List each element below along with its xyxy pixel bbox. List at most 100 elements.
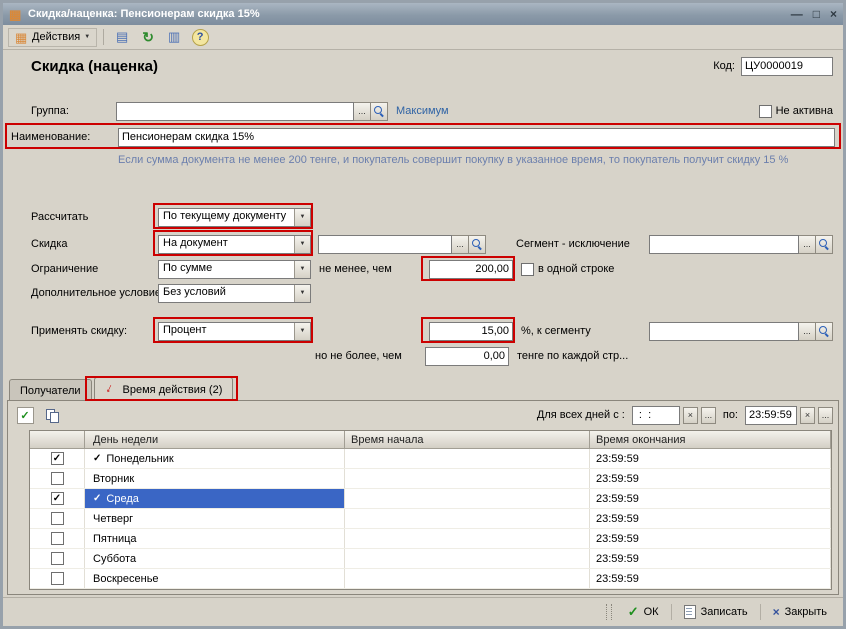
apply-value: Процент [159,323,294,340]
start-time-cell[interactable] [345,549,590,568]
group-search-button[interactable] [371,102,388,121]
table-row[interactable]: Пятница 23:59:59 [30,529,831,549]
tab-recipients[interactable]: Получатели [9,379,92,400]
inactive-checkbox[interactable] [759,105,772,118]
table-row[interactable]: Четверг 23:59:59 [30,509,831,529]
page-title: Скидка (наценка) [31,58,158,75]
max-amount-field[interactable] [425,347,509,366]
from-clear-button[interactable]: × [683,407,698,424]
day-checkbox[interactable] [51,472,64,485]
check-all-button[interactable]: ✓ [13,404,37,426]
day-cell[interactable]: Четверг [85,509,345,528]
reread-button[interactable]: ▥ [162,26,186,48]
table-row[interactable]: Воскресенье 23:59:59 [30,569,831,589]
end-time-cell[interactable]: 23:59:59 [590,469,831,488]
day-label: Пятница [93,533,137,545]
tab-schedule[interactable]: → Время действия (2) [94,377,234,400]
segment-more-button[interactable]: ... [799,322,816,341]
header-checkbox-column[interactable] [30,431,85,449]
end-time-cell[interactable]: 23:59:59 [590,569,831,588]
copy-schedule-button[interactable] [40,404,64,426]
close-icon[interactable]: × [830,7,837,21]
extra-cond-select[interactable]: Без условий ▼ [158,284,311,303]
limit-select[interactable]: По сумме ▼ [158,260,311,279]
header-start-time[interactable]: Время начала [345,431,590,449]
actions-menu-button[interactable]: ▦ Действия ▼ [8,28,97,47]
day-cell[interactable]: Воскресенье [85,569,345,588]
maximize-icon[interactable]: □ [813,7,820,21]
day-checkbox[interactable] [51,512,64,525]
segment-excl-more-button[interactable]: ... [799,235,816,254]
day-checkbox[interactable] [51,532,64,545]
calc-select[interactable]: По текущему документу ▼ [158,208,311,227]
limit-amount-field[interactable] [429,260,513,279]
to-pick-button[interactable]: ... [818,407,833,424]
row-checkbox-cell: ✓ [30,449,85,468]
chevron-down-icon[interactable]: ▼ [294,209,310,226]
all-days-to-field[interactable] [745,406,797,425]
table-header: День недели Время начала Время окончания [30,431,831,449]
day-cell[interactable]: Пятница [85,529,345,548]
discount-target-field[interactable] [318,235,452,254]
start-time-cell[interactable] [345,449,590,468]
end-time-cell[interactable]: 23:59:59 [590,449,831,468]
header-day[interactable]: День недели [85,431,345,449]
end-time-cell[interactable]: 23:59:59 [590,509,831,528]
segment-excl-search-button[interactable] [816,235,833,254]
day-checkbox[interactable]: ✓ [51,452,64,465]
segment-field[interactable] [649,322,799,341]
day-cell[interactable]: Вторник [85,469,345,488]
percent-field[interactable] [429,322,513,341]
start-time-cell[interactable] [345,569,590,588]
group-link[interactable]: Максимум [396,105,449,117]
start-time-cell[interactable] [345,469,590,488]
help-button[interactable]: ? [188,26,212,48]
all-days-from-field[interactable] [632,406,680,425]
chevron-down-icon[interactable]: ▼ [294,261,310,278]
segment-search-button[interactable] [816,322,833,341]
go-to-list-button[interactable]: ▤ [110,26,134,48]
to-clear-button[interactable]: × [800,407,815,424]
end-time-cell[interactable]: 23:59:59 [590,529,831,548]
close-button[interactable]: × Закрыть [765,603,835,621]
ok-button[interactable]: ✓ ОК [620,602,667,622]
end-time-cell[interactable]: 23:59:59 [590,549,831,568]
day-check-mark-icon: ✓ [93,493,101,504]
one-line-checkbox[interactable] [521,263,534,276]
annotation-arrow-icon: → [102,380,121,398]
table-row[interactable]: ✓ ✓Понедельник 23:59:59 [30,449,831,469]
table-row[interactable]: Вторник 23:59:59 [30,469,831,489]
end-time-cell[interactable]: 23:59:59 [590,489,831,508]
save-button[interactable]: Записать [676,603,756,621]
day-cell[interactable]: Суббота [85,549,345,568]
group-more-button[interactable]: ... [354,102,371,121]
inactive-label: Не активна [776,105,833,117]
chevron-down-icon[interactable]: ▼ [294,285,310,302]
header-end-time[interactable]: Время окончания [590,431,831,449]
chevron-down-icon[interactable]: ▼ [294,236,310,253]
segment-excl-field[interactable] [649,235,799,254]
discount-target-search-button[interactable] [469,235,486,254]
group-field[interactable] [116,102,354,121]
day-checkbox[interactable]: ✓ [51,492,64,505]
start-time-cell[interactable] [345,509,590,528]
from-pick-button[interactable]: ... [701,407,716,424]
day-cell[interactable]: ✓Среда [85,489,345,508]
refresh-button[interactable]: ↻ [136,26,160,48]
start-time-cell[interactable] [345,529,590,548]
table-row[interactable]: ✓✓Среда23:59:59 [30,489,831,509]
name-field[interactable] [118,128,835,147]
minimize-icon[interactable]: — [791,7,803,21]
start-time-cell[interactable] [345,489,590,508]
day-cell[interactable]: ✓Понедельник [85,449,345,468]
table-row[interactable]: Суббота 23:59:59 [30,549,831,569]
day-checkbox[interactable] [51,572,64,585]
chevron-down-icon[interactable]: ▼ [294,323,310,340]
discount-target-more-button[interactable]: ... [452,235,469,254]
discount-select[interactable]: На документ ▼ [158,235,311,254]
day-checkbox[interactable] [51,552,64,565]
one-line-label: в одной строке [538,263,614,275]
apply-select[interactable]: Процент ▼ [158,322,311,341]
title-bar[interactable]: ▦ Скидка/наценка: Пенсионерам скидка 15%… [3,3,843,25]
code-field[interactable] [741,57,833,76]
